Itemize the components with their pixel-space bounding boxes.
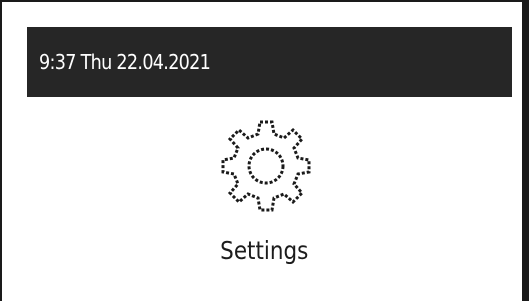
screen-border-top	[0, 0, 529, 2]
status-bar: 9:37 Thu 22.04.2021	[27, 27, 512, 97]
settings-label-text: Settings	[220, 236, 309, 265]
datetime-label: 9:37 Thu 22.04.2021	[39, 50, 211, 74]
gear-icon[interactable]	[221, 118, 311, 214]
menu-item-label[interactable]: Settings	[0, 231, 529, 271]
device-screen: 9:37 Thu 22.04.2021 Settings	[0, 0, 529, 301]
